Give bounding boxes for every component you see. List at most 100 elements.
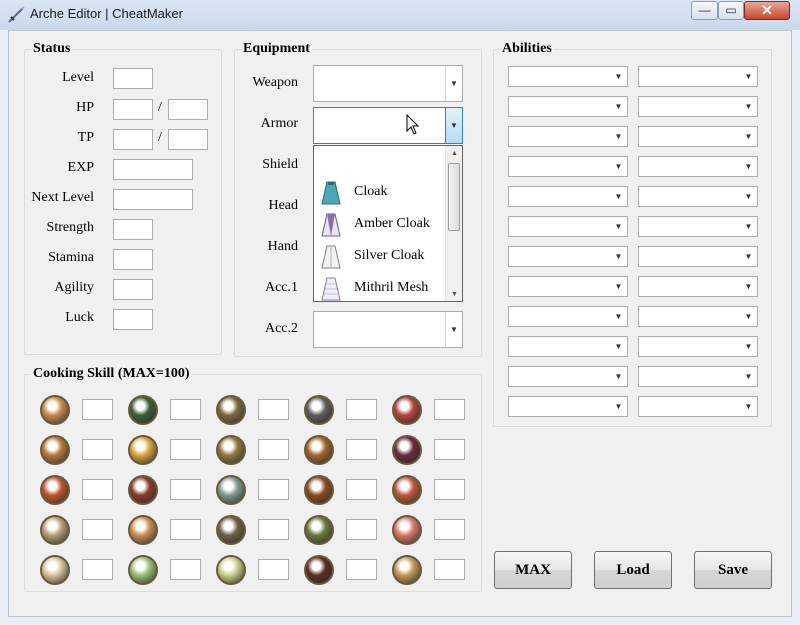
- chevron-down-icon[interactable]: ▼: [740, 337, 757, 356]
- chevron-down-icon[interactable]: ▼: [740, 127, 757, 146]
- chevron-down-icon[interactable]: ▼: [740, 217, 757, 236]
- ability-select[interactable]: ▼: [638, 246, 758, 267]
- ability-select[interactable]: ▼: [638, 366, 758, 387]
- cooking-skill-field[interactable]: [258, 479, 289, 500]
- dropdown-item[interactable]: Amber Cloak: [318, 210, 443, 240]
- chevron-down-icon[interactable]: ▼: [740, 307, 757, 326]
- cooking-skill-field[interactable]: [346, 519, 377, 540]
- armor-select[interactable]: ▼: [313, 107, 463, 144]
- chevron-down-icon[interactable]: ▼: [740, 67, 757, 86]
- tp-max-field[interactable]: [168, 129, 208, 150]
- cooking-skill-field[interactable]: [346, 399, 377, 420]
- scrollbar-thumb[interactable]: [448, 163, 460, 231]
- chevron-down-icon[interactable]: ▼: [740, 397, 757, 416]
- ability-select[interactable]: ▼: [508, 186, 628, 207]
- chevron-down-icon[interactable]: ▼: [610, 247, 627, 266]
- cooking-skill-field[interactable]: [82, 519, 113, 540]
- ability-select[interactable]: ▼: [508, 156, 628, 177]
- cooking-skill-field[interactable]: [170, 559, 201, 580]
- cooking-skill-field[interactable]: [258, 519, 289, 540]
- cooking-skill-field[interactable]: [170, 519, 201, 540]
- cooking-skill-field[interactable]: [434, 479, 465, 500]
- dropdown-item[interactable]: Mithril Mesh: [318, 274, 443, 301]
- cooking-skill-field[interactable]: [82, 399, 113, 420]
- dropdown-scrollbar[interactable]: ▲ ▼: [445, 146, 462, 301]
- chevron-down-icon[interactable]: ▼: [740, 97, 757, 116]
- chevron-down-icon[interactable]: ▼: [610, 367, 627, 386]
- cooking-skill-field[interactable]: [170, 439, 201, 460]
- minimize-button[interactable]: —: [691, 1, 718, 20]
- cooking-skill-field[interactable]: [82, 479, 113, 500]
- ability-select[interactable]: ▼: [508, 96, 628, 117]
- agility-field[interactable]: [113, 279, 153, 300]
- cooking-skill-field[interactable]: [434, 559, 465, 580]
- ability-select[interactable]: ▼: [508, 306, 628, 327]
- chevron-down-icon[interactable]: ▼: [740, 157, 757, 176]
- chevron-down-icon[interactable]: ▼: [610, 127, 627, 146]
- luck-field[interactable]: [113, 309, 153, 330]
- exp-field[interactable]: [113, 159, 193, 180]
- chevron-down-icon[interactable]: ▼: [610, 397, 627, 416]
- chevron-down-icon[interactable]: ▼: [610, 67, 627, 86]
- chevron-down-icon[interactable]: ▼: [610, 187, 627, 206]
- ability-select[interactable]: ▼: [508, 246, 628, 267]
- close-button[interactable]: ✕: [744, 1, 790, 20]
- cooking-skill-field[interactable]: [346, 559, 377, 580]
- ability-select[interactable]: ▼: [638, 156, 758, 177]
- chevron-down-icon[interactable]: ▼: [610, 337, 627, 356]
- ability-select[interactable]: ▼: [508, 336, 628, 357]
- chevron-down-icon[interactable]: ▼: [740, 277, 757, 296]
- ability-select[interactable]: ▼: [638, 306, 758, 327]
- max-button[interactable]: MAX: [494, 551, 572, 589]
- dropdown-item[interactable]: Cloak: [318, 178, 443, 208]
- ability-select[interactable]: ▼: [508, 216, 628, 237]
- scroll-down-icon[interactable]: ▼: [446, 290, 462, 298]
- level-field[interactable]: [113, 68, 153, 89]
- ability-select[interactable]: ▼: [508, 276, 628, 297]
- chevron-down-icon[interactable]: ▼: [445, 108, 462, 143]
- acc2-select[interactable]: ▼: [313, 311, 463, 348]
- ability-select[interactable]: ▼: [508, 66, 628, 87]
- hp-current-field[interactable]: [113, 99, 153, 120]
- next-level-field[interactable]: [113, 189, 193, 210]
- armor-dropdown-list[interactable]: Cloak Amber Cloak Silver Cloak Mithril M…: [313, 145, 463, 302]
- ability-select[interactable]: ▼: [508, 396, 628, 417]
- chevron-down-icon[interactable]: ▼: [445, 66, 462, 101]
- cooking-skill-field[interactable]: [170, 399, 201, 420]
- cooking-skill-field[interactable]: [346, 439, 377, 460]
- cooking-skill-field[interactable]: [434, 399, 465, 420]
- ability-select[interactable]: ▼: [638, 126, 758, 147]
- scroll-up-icon[interactable]: ▲: [446, 149, 462, 157]
- maximize-button[interactable]: ▭: [718, 1, 744, 20]
- cooking-skill-field[interactable]: [170, 479, 201, 500]
- save-button[interactable]: Save: [694, 551, 772, 589]
- ability-select[interactable]: ▼: [638, 276, 758, 297]
- chevron-down-icon[interactable]: ▼: [740, 187, 757, 206]
- tp-current-field[interactable]: [113, 129, 153, 150]
- ability-select[interactable]: ▼: [638, 186, 758, 207]
- cooking-skill-field[interactable]: [82, 439, 113, 460]
- chevron-down-icon[interactable]: ▼: [610, 277, 627, 296]
- ability-select[interactable]: ▼: [508, 366, 628, 387]
- ability-select[interactable]: ▼: [638, 96, 758, 117]
- ability-select[interactable]: ▼: [508, 126, 628, 147]
- ability-select[interactable]: ▼: [638, 66, 758, 87]
- ability-select[interactable]: ▼: [638, 336, 758, 357]
- dropdown-item[interactable]: Silver Cloak: [318, 242, 443, 272]
- strength-field[interactable]: [113, 219, 153, 240]
- load-button[interactable]: Load: [594, 551, 672, 589]
- cooking-skill-field[interactable]: [82, 559, 113, 580]
- hp-max-field[interactable]: [168, 99, 208, 120]
- weapon-select[interactable]: ▼: [313, 65, 463, 102]
- chevron-down-icon[interactable]: ▼: [740, 247, 757, 266]
- cooking-skill-field[interactable]: [346, 479, 377, 500]
- ability-select[interactable]: ▼: [638, 396, 758, 417]
- cooking-skill-field[interactable]: [434, 439, 465, 460]
- chevron-down-icon[interactable]: ▼: [610, 97, 627, 116]
- chevron-down-icon[interactable]: ▼: [610, 157, 627, 176]
- stamina-field[interactable]: [113, 249, 153, 270]
- cooking-skill-field[interactable]: [258, 559, 289, 580]
- cooking-skill-field[interactable]: [434, 519, 465, 540]
- chevron-down-icon[interactable]: ▼: [445, 312, 462, 347]
- chevron-down-icon[interactable]: ▼: [610, 217, 627, 236]
